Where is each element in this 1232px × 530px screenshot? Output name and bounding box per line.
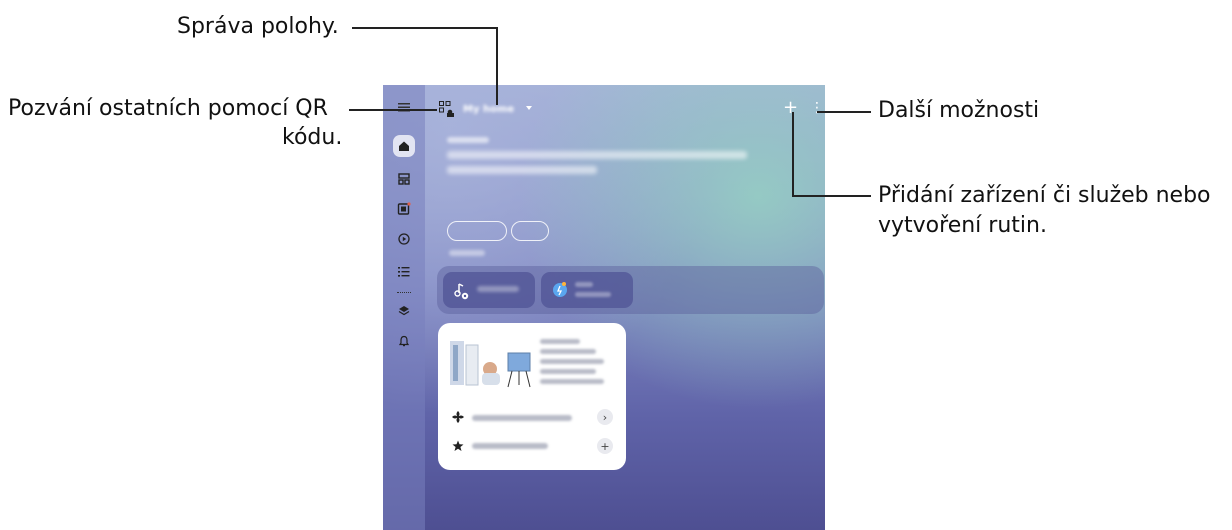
card-text-4 bbox=[540, 369, 596, 374]
callout-invite-line2: kódu. bbox=[282, 125, 343, 150]
app-screen: My home + ⋮ › + bbox=[383, 85, 825, 530]
callout-location: Správa polohy. bbox=[177, 14, 339, 39]
callout-more-options: Další možnosti bbox=[878, 98, 1040, 123]
notifications-icon[interactable] bbox=[394, 331, 414, 351]
favorites-row-label[interactable] bbox=[472, 443, 548, 449]
layers-icon[interactable] bbox=[394, 301, 414, 321]
leader-invite bbox=[349, 109, 437, 111]
devices-strip bbox=[437, 266, 824, 314]
suggestion-text-2 bbox=[447, 166, 597, 174]
life-icon[interactable] bbox=[394, 199, 414, 219]
card-text-2 bbox=[540, 349, 596, 354]
device-label-blur bbox=[477, 286, 519, 292]
card-text-5 bbox=[540, 379, 604, 384]
section-label bbox=[449, 250, 485, 256]
leader-add-v bbox=[792, 112, 794, 196]
device-label-blur bbox=[575, 282, 593, 287]
card-text-1 bbox=[540, 339, 580, 344]
menu-icon[interactable] bbox=[394, 97, 414, 117]
suggestion-title bbox=[447, 137, 489, 143]
more-options-button[interactable]: ⋮ bbox=[810, 99, 824, 117]
explore-card: › + bbox=[438, 323, 626, 470]
leader-add-h bbox=[792, 195, 871, 197]
music-note-icon bbox=[454, 283, 469, 300]
home-icon[interactable] bbox=[393, 135, 415, 157]
fan-icon bbox=[452, 411, 464, 423]
device-tile-music[interactable] bbox=[443, 272, 535, 308]
location-selector[interactable]: My home bbox=[463, 104, 514, 115]
add-button[interactable]: + bbox=[783, 99, 798, 117]
callout-add-line2: vytvoření rutin. bbox=[878, 213, 1047, 238]
routines-icon[interactable] bbox=[394, 229, 414, 249]
device-tile-energy[interactable] bbox=[541, 272, 633, 308]
qr-invite-icon[interactable] bbox=[439, 101, 455, 117]
suggestion-button-primary[interactable] bbox=[447, 221, 507, 241]
energy-icon bbox=[553, 282, 567, 297]
suggestion-text-1 bbox=[447, 151, 747, 159]
add-favorite-icon[interactable]: + bbox=[597, 438, 613, 454]
star-icon bbox=[452, 440, 464, 451]
navigation-rail bbox=[383, 85, 425, 530]
rail-divider bbox=[397, 292, 411, 293]
list-icon[interactable] bbox=[394, 261, 414, 281]
devices-icon[interactable] bbox=[394, 169, 414, 189]
chevron-down-icon[interactable] bbox=[526, 106, 532, 110]
chevron-right-icon[interactable]: › bbox=[597, 409, 613, 425]
card-text-3 bbox=[540, 359, 604, 364]
leader-location-v bbox=[496, 27, 498, 105]
callout-add-line1: Přidání zařízení či služeb nebo bbox=[878, 183, 1211, 208]
home-illustration-icon bbox=[450, 341, 531, 388]
suggestion-button-secondary[interactable] bbox=[511, 221, 549, 241]
explore-row-label[interactable] bbox=[472, 415, 572, 421]
device-label-blur bbox=[575, 292, 611, 297]
leader-more bbox=[817, 111, 871, 113]
callout-invite-line1: Pozvání ostatních pomocí QR bbox=[8, 96, 328, 121]
leader-location-h bbox=[352, 27, 497, 29]
